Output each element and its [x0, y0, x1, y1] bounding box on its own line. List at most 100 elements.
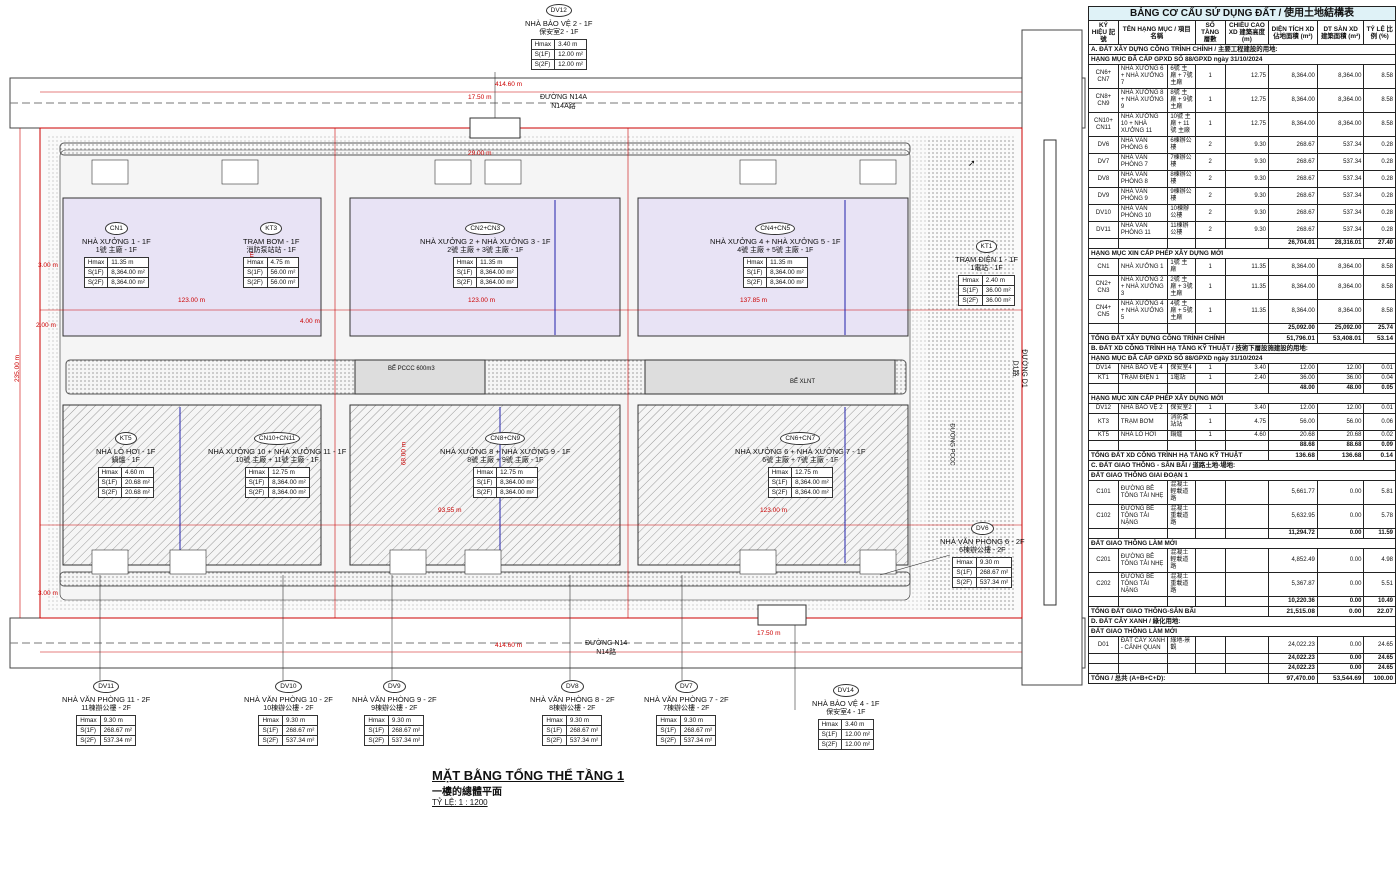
drawing-title-cn: 一樓的總體平面 — [432, 787, 502, 798]
table-cell: 1號 主廠 — [1167, 258, 1196, 276]
s2-value: 12.00 m² — [554, 59, 587, 70]
table-row: DV8 NHÀ VĂN PHÒNG 8 8棟辦公樓 2 9.30 268.67 537.34… — [1088, 170, 1396, 188]
table-cell — [1167, 383, 1196, 394]
table-cell: 268.67 — [1268, 204, 1318, 222]
table-header-cell: CHIỀU CAO XD 建築高度 (m) — [1224, 20, 1270, 45]
table-cell: 1 — [1194, 430, 1226, 441]
table-cell — [1117, 663, 1169, 674]
building-id: DV14 — [832, 684, 859, 697]
table-cell: 9.30 — [1224, 170, 1270, 188]
building-label-dv8: DV8 NHÀ VĂN PHÒNG 8 - 2F 8棟辦公樓 - 2F Hmax 9.3… — [530, 680, 615, 746]
table-cell: 4.75 — [1224, 413, 1270, 431]
dim-top-gap: 29.00 m — [468, 150, 492, 157]
s2-label: S(2F) — [452, 277, 478, 288]
table-row: 10,220.36 0.00 10.49 — [1088, 596, 1396, 607]
s2-label: S(2F) — [258, 735, 283, 746]
table-cell: 11.59 — [1363, 528, 1396, 539]
hmax-label: Hmax — [542, 715, 567, 726]
table-cell: 12.00 — [1268, 403, 1318, 414]
road-label-south: ĐƯỜNG N14 N14路 — [585, 640, 628, 656]
table-row: C202 ĐƯỜNG BÊ TÔNG TẢI NẶNG 混凝土重載道路 5,367.8… — [1088, 572, 1396, 597]
building-name-cn: 保安室2 - 1F — [539, 29, 579, 36]
table-row: KT1 TRẠM ĐIỆN 1 1電站 1 2.40 36.00 36.00 0.04 — [1088, 373, 1396, 384]
table-cell — [1224, 528, 1270, 539]
table-cell: 8棟辦公樓 — [1167, 170, 1196, 188]
table-cell: 8,364.00 — [1316, 88, 1365, 113]
table-row: ĐẤT GIAO THÔNG GIAI ĐOẠN 1 — [1088, 470, 1396, 481]
table-cell: 100.00 — [1363, 673, 1396, 684]
s2-label: S(2F) — [76, 735, 101, 746]
table-cell: 5,367.87 — [1268, 572, 1318, 597]
building-spec-table: Hmax 4.60 m S(1F) 20.68 m² S(2F) 20.68 m² — [97, 467, 154, 498]
xlnt-label: BỂ XLNT — [790, 379, 816, 385]
table-cell: CN1 — [1088, 258, 1119, 276]
table-cell: TỔNG ĐẤT XÂY DỰNG CÔNG TRÌNH CHÍNH — [1088, 333, 1269, 344]
table-cell: 2 — [1194, 187, 1226, 205]
table-cell: 9.30 — [1224, 204, 1270, 222]
table-cell: DV6 — [1088, 136, 1119, 154]
building-id: KT5 — [114, 432, 137, 445]
hmax-label: Hmax — [243, 257, 268, 268]
table-cell: 鍋爐 — [1167, 430, 1196, 441]
building-name: NHÀ XƯỞNG 1 - 1F — [82, 237, 151, 246]
table-cell — [1117, 238, 1169, 249]
table-row: DV12 NHÀ BẢO VỆ 2 保安室2 1 3.40 12.00 12.00 0.01 — [1088, 403, 1396, 414]
s2-label: S(2F) — [530, 59, 556, 70]
table-cell — [1117, 323, 1169, 334]
dim-cn8-width: 93.55 m — [438, 507, 462, 514]
s1-value: 268.67 m² — [99, 725, 137, 736]
hmax-label: Hmax — [83, 257, 109, 268]
table-cell: 8,364.00 — [1268, 88, 1318, 113]
s2-label: S(2F) — [767, 487, 793, 498]
hmax-value: 12.75 m — [791, 467, 833, 478]
table-cell: 1 — [1194, 363, 1226, 374]
table-cell: 0.00 — [1316, 663, 1365, 674]
s1-value: 268.67 m² — [281, 725, 319, 736]
table-cell — [1194, 548, 1226, 573]
hmax-label: Hmax — [656, 715, 681, 726]
s1-label: S(1F) — [742, 267, 768, 278]
table-row: TỔNG ĐẤT XÂY DỰNG CÔNG TRÌNH CHÍNH 51,796… — [1088, 333, 1396, 344]
table-cell: C102 — [1088, 504, 1119, 529]
table-row: 25,092.00 25,092.00 25.74 — [1088, 323, 1396, 334]
table-row: C201 ĐƯỜNG BÊ TÔNG TẢI NHẸ 混凝土輕載道路 4,852.49… — [1088, 548, 1396, 573]
table-cell: ĐƯỜNG BÊ TÔNG TẢI NẶNG — [1117, 572, 1169, 597]
table-cell — [1194, 480, 1226, 505]
building-name: NHÀ XƯỞNG 4 + NHÀ XƯỞNG 5 - 1F — [710, 237, 841, 246]
table-cell: 27.40 — [1363, 238, 1396, 249]
table-cell: 136.68 — [1316, 450, 1365, 461]
table-cell: 537.34 — [1316, 153, 1365, 171]
table-cell: 8,364.00 — [1316, 258, 1365, 276]
table-cell: 0.09 — [1363, 440, 1396, 451]
table-cell — [1167, 528, 1196, 539]
building-id: CN1 — [104, 222, 128, 235]
building-spec-table: Hmax 2.40 m S(1F) 36.00 m² S(2F) 36.00 m² — [958, 275, 1015, 306]
table-cell: 53,408.01 — [1316, 333, 1365, 344]
table-cell: KT3 — [1088, 413, 1119, 431]
table-row: 24,022.23 0.00 24.65 — [1088, 653, 1396, 664]
table-row: KT3 TRẠM BƠM 消防泵站站 1 4.75 56.00 56.00 0.06 — [1088, 413, 1396, 431]
table-cell — [1088, 653, 1119, 664]
table-cell: 12.00 — [1316, 403, 1365, 414]
s2-value: 12.00 m² — [841, 739, 874, 750]
building-name-cn: 6棟辦公樓 - 2F — [959, 547, 1006, 554]
table-cell: 8,364.00 — [1316, 64, 1365, 89]
table-row: 24,022.23 0.00 24.65 — [1088, 663, 1396, 674]
table-cell: ĐẤT GIAO THÔNG LÀM MỚI — [1088, 626, 1396, 637]
table-cell: 21,515.08 — [1268, 606, 1318, 617]
table-cell: NHÀ BẢO VỆ 4 — [1117, 363, 1169, 374]
table-cell — [1117, 653, 1169, 664]
building-id: DV6 — [970, 522, 994, 535]
table-row: CN1 NHÀ XƯỞNG 1 1號 主廠 1 11.35 8,364.00 8,364.0… — [1088, 258, 1396, 276]
table-cell — [1167, 238, 1196, 249]
s1-value: 268.67 m² — [679, 725, 717, 736]
table-cell — [1194, 636, 1226, 654]
table-cell: 9棟辦公樓 — [1167, 187, 1196, 205]
building-id: DV7 — [674, 680, 698, 693]
table-cell: 混凝土重載道路 — [1167, 504, 1196, 529]
table-cell — [1167, 323, 1196, 334]
building-name: NHÀ VĂN PHÒNG 6 - 2F — [940, 537, 1025, 546]
table-cell: TỔNG ĐẤT XD CÔNG TRÌNH HẠ TẦNG KỸ THUẬT — [1088, 450, 1269, 461]
table-cell: HẠNG MỤC XIN CẤP PHÉP XÂY DỰNG MỚI — [1088, 393, 1396, 404]
s2-value: 8,364.00 m² — [766, 277, 808, 288]
